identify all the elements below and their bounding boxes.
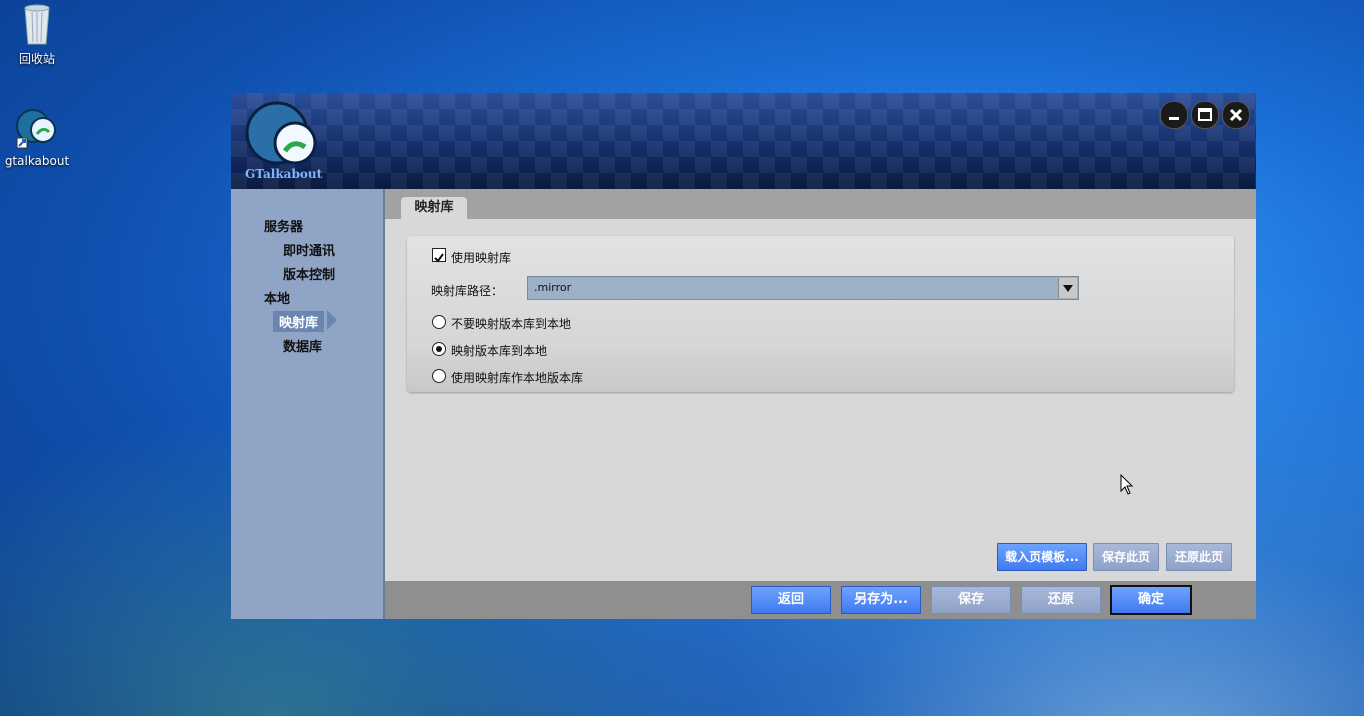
use-mirror-checkbox[interactable] (432, 248, 446, 263)
desktop-icon-label: 回收站 (18, 52, 55, 66)
restore-button[interactable]: 还原 (1021, 586, 1101, 614)
save-button[interactable]: 保存 (931, 586, 1011, 614)
load-template-button[interactable]: 载入页模板... (997, 543, 1087, 571)
close-icon (1229, 108, 1243, 122)
selected-arrow-icon (327, 310, 337, 330)
save-as-button[interactable]: 另存为... (841, 586, 921, 614)
radio-mirror-local-label: 映射版本库到本地 (451, 344, 548, 358)
settings-window: GTalkabout 服务器 即时通讯 版本控制 本地 映射库 数据库 映射库 … (231, 93, 1256, 619)
radio-no-mirror[interactable] (432, 315, 446, 329)
close-button[interactable] (1222, 101, 1250, 129)
minimize-icon (1169, 117, 1179, 120)
desktop-icon-label: gtalkabout (4, 154, 70, 168)
title-bar[interactable]: GTalkabout (231, 93, 1256, 189)
gtalkabout-shortcut-icon (13, 104, 61, 152)
sidebar-item-im[interactable]: 即时通讯 (283, 240, 335, 259)
sidebar-item-server[interactable]: 服务器 (264, 216, 303, 235)
sidebar-item-mirror[interactable]: 映射库 (273, 311, 325, 332)
ok-button[interactable]: 确定 (1110, 585, 1192, 615)
radio-mirror-as-local[interactable] (432, 369, 446, 383)
desktop-icon-gtalkabout[interactable]: gtalkabout (2, 104, 72, 168)
radio-no-mirror-label: 不要映射版本库到本地 (451, 317, 572, 331)
recycle-bin-icon (13, 0, 61, 48)
mouse-pointer-icon (1120, 473, 1134, 500)
dropdown-button[interactable] (1058, 278, 1077, 298)
radio-mirror-local[interactable] (432, 342, 446, 356)
logo-text: GTalkabout (245, 167, 323, 181)
save-page-button[interactable]: 保存此页 (1093, 543, 1159, 571)
radio-selected-dot (436, 346, 442, 352)
use-mirror-label: 使用映射库 (451, 251, 512, 265)
tab-strip: 映射库 (385, 189, 1256, 219)
mirror-path-label: 映射库路径： (431, 284, 504, 298)
radio-mirror-as-local-label: 使用映射库作本地版本库 (451, 371, 584, 385)
desktop-icon-recycle-bin[interactable]: 回收站 (2, 0, 72, 67)
back-button[interactable]: 返回 (751, 586, 831, 614)
chevron-down-icon (1063, 285, 1073, 292)
sidebar-item-local[interactable]: 本地 (264, 288, 290, 307)
checkmark-icon (434, 253, 444, 263)
sidebar-item-database[interactable]: 数据库 (283, 336, 322, 355)
minimize-button[interactable] (1160, 101, 1188, 129)
mirror-path-select[interactable]: .mirror (527, 276, 1079, 300)
restore-page-button[interactable]: 还原此页 (1166, 543, 1232, 571)
tab-mirror[interactable]: 映射库 (401, 197, 467, 219)
maximize-icon (1198, 108, 1212, 121)
mirror-path-value: .mirror (534, 281, 572, 294)
maximize-button[interactable] (1191, 101, 1219, 129)
sidebar-item-version-control[interactable]: 版本控制 (283, 264, 335, 283)
